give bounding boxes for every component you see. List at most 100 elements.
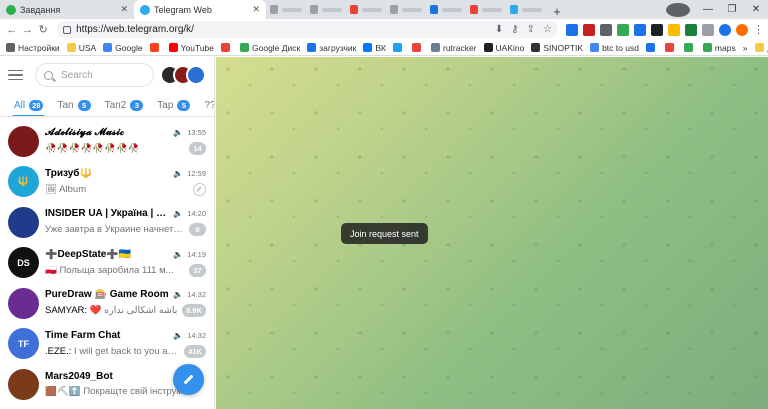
extension-icon[interactable]	[650, 23, 663, 36]
search-input[interactable]: Search	[34, 63, 154, 87]
extension-icon[interactable]	[599, 23, 612, 36]
bookmark-item[interactable]	[645, 43, 658, 52]
chat-list-item[interactable]: 𝓐𝓭𝓮𝓵𝓲𝓼𝓲𝔂𝓪 𝓜𝓾𝓼𝓲𝓬 🔈 13:55 🥀🥀🥀🥀🥀🥀🥀🥀 14	[0, 121, 214, 162]
chat-preview: .EZE.: I will get back to you as s...	[45, 346, 180, 357]
profile-icon[interactable]	[735, 23, 748, 36]
new-tab-button[interactable]: +	[546, 4, 568, 19]
chat-list-item[interactable]: 🔱 Тризуб🔱 🔈 12:59 🖼 Album	[0, 162, 214, 203]
chat-time: 14:19	[187, 249, 206, 259]
tab-collapsed[interactable]	[386, 0, 426, 19]
page-favicon-icon	[310, 5, 319, 14]
lock-icon	[63, 25, 72, 34]
download-icon[interactable]: ⬇	[495, 24, 503, 35]
bookmark-item[interactable]	[149, 43, 162, 52]
window-controls: — ❐ ✕	[666, 0, 768, 19]
tab-collapsed[interactable]	[426, 0, 466, 19]
bookmark-item[interactable]: Google	[103, 43, 143, 53]
hamburger-menu-icon[interactable]	[8, 69, 23, 81]
bookmark-item[interactable]: Google Диск	[240, 43, 300, 53]
bookmark-item[interactable]: Настройки	[6, 43, 60, 53]
stories-avatars[interactable]	[160, 65, 206, 85]
chat-name: Тризуб🔱	[45, 167, 92, 179]
tab-collapsed[interactable]	[266, 0, 306, 19]
bookmark-item[interactable]: ВК	[363, 43, 386, 53]
bookmark-icon	[168, 43, 178, 52]
bookmark-item[interactable]	[412, 43, 424, 52]
new-message-button[interactable]	[173, 364, 204, 395]
toast-notification: Join request sent	[341, 223, 428, 244]
bookmark-item[interactable]	[393, 43, 405, 52]
address-bar[interactable]: https://web.telegram.org/k/ ⬇ ⚷ ⇪ ☆	[57, 21, 558, 38]
bookmark-label: rutracker	[443, 42, 477, 53]
folder-count-badge: 5	[77, 99, 91, 111]
chat-preview: 🖼 Album	[45, 184, 189, 195]
bookmark-item[interactable]: YouTube	[168, 43, 214, 53]
chat-list-item[interactable]: INSIDER UA | Україна | Новини🔈14:20Уже з…	[0, 202, 214, 243]
tab-collapsed[interactable]	[506, 0, 546, 19]
extension-icon[interactable]	[718, 23, 731, 36]
bookmark-item[interactable]: SINOPTIK	[531, 43, 583, 53]
forward-icon[interactable]: →	[20, 24, 36, 36]
extension-icon[interactable]	[684, 23, 697, 36]
page-favicon-icon	[390, 5, 399, 14]
key-icon[interactable]: ⚷	[511, 24, 518, 35]
chat-list-item[interactable]: TF Time Farm Chat 🔈 14:32 .EZE.: I will get …	[0, 324, 214, 365]
chat-preview: 🥀🥀🥀🥀🥀🥀🥀🥀	[45, 143, 185, 154]
tab-collapsed[interactable]	[346, 0, 386, 19]
unread-badge: 14	[189, 142, 206, 156]
extension-icon[interactable]	[565, 23, 578, 36]
share-icon[interactable]: ⇪	[527, 24, 535, 35]
chat-avatar: DS	[8, 247, 39, 279]
extension-icon[interactable]	[667, 23, 680, 36]
star-icon[interactable]: ☆	[543, 24, 552, 35]
more-bookmarks-button[interactable]: »	[743, 43, 748, 53]
folder-tab[interactable]: Tap 5	[157, 93, 191, 117]
minimize-icon[interactable]: —	[696, 4, 720, 15]
chat-name: Time Farm Chat	[45, 329, 121, 341]
close-icon[interactable]: ✕	[244, 4, 260, 15]
tab-tasks[interactable]: Завдання ✕	[0, 0, 134, 19]
chat-list-item[interactable]: DS ➕DeepState➕🇺🇦 🔈 14:19 🇵🇱 Польща заробила …	[0, 243, 214, 284]
bookmark-label: UAKino	[495, 42, 525, 53]
folder-tab[interactable]: Tan2 3	[105, 93, 144, 117]
puzzle-icon[interactable]	[701, 23, 714, 36]
maximize-icon[interactable]: ❐	[720, 4, 744, 15]
tab-collapsed[interactable]	[306, 0, 346, 19]
bookmark-item[interactable]	[221, 43, 233, 52]
close-window-icon[interactable]: ✕	[744, 4, 768, 15]
chat-list-item[interactable]: PureDraw 🎰 Game Room 🔈 14:32 SAMYAR: ❤️ باش…	[0, 283, 214, 324]
bookmark-icon	[6, 43, 15, 52]
bookmark-item[interactable]: rutracker	[431, 43, 477, 53]
more-menu-icon[interactable]: ⋮	[753, 23, 764, 36]
profile-avatar-icon[interactable]	[666, 2, 690, 17]
bookmark-icon	[393, 43, 402, 52]
bookmark-item[interactable]: USA	[66, 43, 96, 53]
chat-body: ➕DeepState➕🇺🇦 🔈 14:19 🇵🇱 Польща заробила 11…	[45, 249, 206, 277]
tab-telegram-web[interactable]: Telegram Web ✕	[134, 0, 266, 19]
bookmark-item[interactable]: UAKino	[483, 42, 525, 53]
bookmark-item[interactable]	[664, 43, 677, 52]
browser-tab-strip: Завдання ✕ Telegram Web ✕ + — ❐ ✕	[0, 0, 768, 19]
back-icon[interactable]: ←	[4, 24, 20, 36]
folder-count-badge: 5	[177, 99, 191, 111]
folder-tab[interactable]: All 28	[11, 93, 46, 117]
bookmark-item[interactable]	[683, 43, 696, 52]
story-avatar[interactable]	[186, 65, 206, 85]
reload-icon[interactable]: ↻	[35, 23, 51, 36]
bookmark-item[interactable]: загрузчик	[307, 43, 356, 53]
chat-body: INSIDER UA | Україна | Новини🔈14:20Уже з…	[45, 208, 206, 237]
chat-name: Mars2049_Bot	[45, 371, 113, 383]
extension-icon[interactable]	[582, 23, 595, 36]
preview-text: ❤️ باشه اشکالی نداره	[89, 305, 178, 317]
bookmark-icon	[103, 43, 113, 52]
bookmark-item[interactable]: maps	[702, 43, 736, 53]
folder-tab[interactable]: Tan 5	[57, 93, 91, 117]
folder-tab[interactable]: ??	[204, 93, 214, 117]
folder-label: All	[14, 99, 26, 111]
close-icon[interactable]: ✕	[112, 4, 128, 15]
extension-icon[interactable]	[616, 23, 629, 36]
bookmark-item[interactable]: btc to usd	[590, 43, 639, 53]
extension-icon[interactable]	[633, 23, 646, 36]
tab-collapsed[interactable]	[466, 0, 506, 19]
chat-avatar: 🔱	[8, 166, 39, 198]
